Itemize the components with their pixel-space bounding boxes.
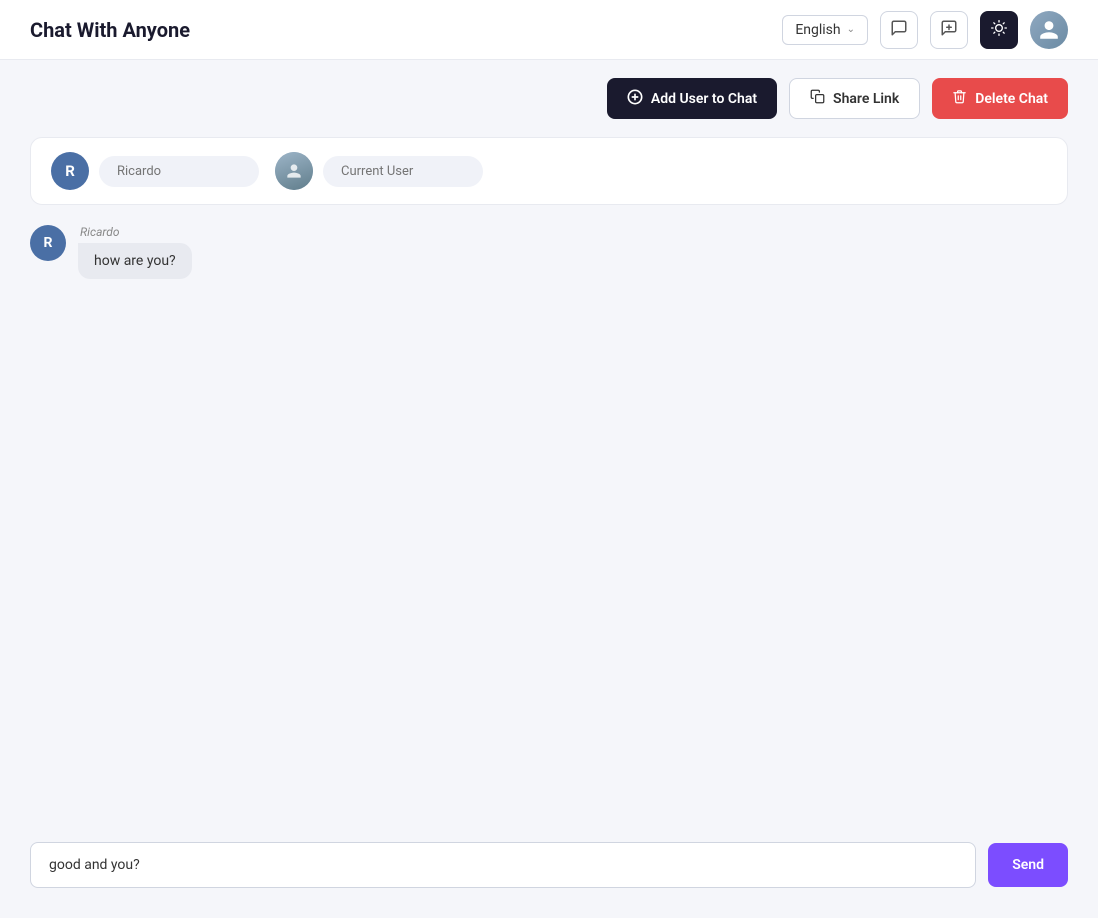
message-sender-name: Ricardo	[78, 225, 192, 239]
chevron-down-icon: ⌄	[847, 24, 855, 35]
messages-area: R Ricardo how are you?	[30, 225, 1068, 806]
share-link-label: Share Link	[833, 91, 899, 107]
action-bar: Add User to Chat Share Link Delete Chat	[0, 60, 1098, 137]
table-row: R Ricardo how are you?	[30, 225, 1068, 279]
message-avatar-r: R	[30, 225, 66, 261]
user-bar: R	[30, 137, 1068, 205]
message-bubble: how are you?	[78, 243, 192, 279]
share-link-button[interactable]: Share Link	[789, 78, 920, 119]
new-chat-icon-btn[interactable]	[930, 11, 968, 49]
new-chat-icon	[940, 19, 958, 41]
header-right: English ⌄	[782, 11, 1068, 49]
plus-icon	[627, 89, 643, 109]
trash-icon	[952, 89, 967, 108]
user-avatar-r: R	[51, 152, 89, 190]
message-sender-initial: R	[44, 235, 53, 251]
app-title: Chat With Anyone	[30, 18, 190, 42]
add-user-label: Add User to Chat	[651, 91, 757, 107]
language-selector[interactable]: English ⌄	[782, 15, 868, 45]
header-left: Chat With Anyone	[30, 18, 190, 42]
theme-icon	[991, 20, 1007, 40]
language-label: English	[795, 22, 840, 38]
send-button[interactable]: Send	[988, 843, 1068, 887]
chat-container: R R Ricardo how are you?	[0, 137, 1098, 826]
input-area: Send	[30, 826, 1068, 888]
delete-chat-button[interactable]: Delete Chat	[932, 78, 1068, 119]
user-chip-2	[275, 152, 483, 190]
message-input[interactable]	[30, 842, 976, 888]
user-initial-r: R	[65, 162, 75, 180]
copy-icon	[810, 89, 825, 108]
chat-icon	[890, 19, 908, 41]
user-avatar-photo	[275, 152, 313, 190]
theme-icon-btn[interactable]	[980, 11, 1018, 49]
header: Chat With Anyone English ⌄	[0, 0, 1098, 60]
chat-icon-btn[interactable]	[880, 11, 918, 49]
user-photo-inner	[275, 152, 313, 190]
user-avatar[interactable]	[1030, 11, 1068, 49]
user-chip-1: R	[51, 152, 259, 190]
add-user-button[interactable]: Add User to Chat	[607, 78, 777, 119]
user2-name-input[interactable]	[323, 156, 483, 187]
delete-chat-label: Delete Chat	[975, 91, 1048, 107]
user1-name-input[interactable]	[99, 156, 259, 187]
message-content: Ricardo how are you?	[78, 225, 192, 279]
send-label: Send	[1012, 857, 1044, 873]
